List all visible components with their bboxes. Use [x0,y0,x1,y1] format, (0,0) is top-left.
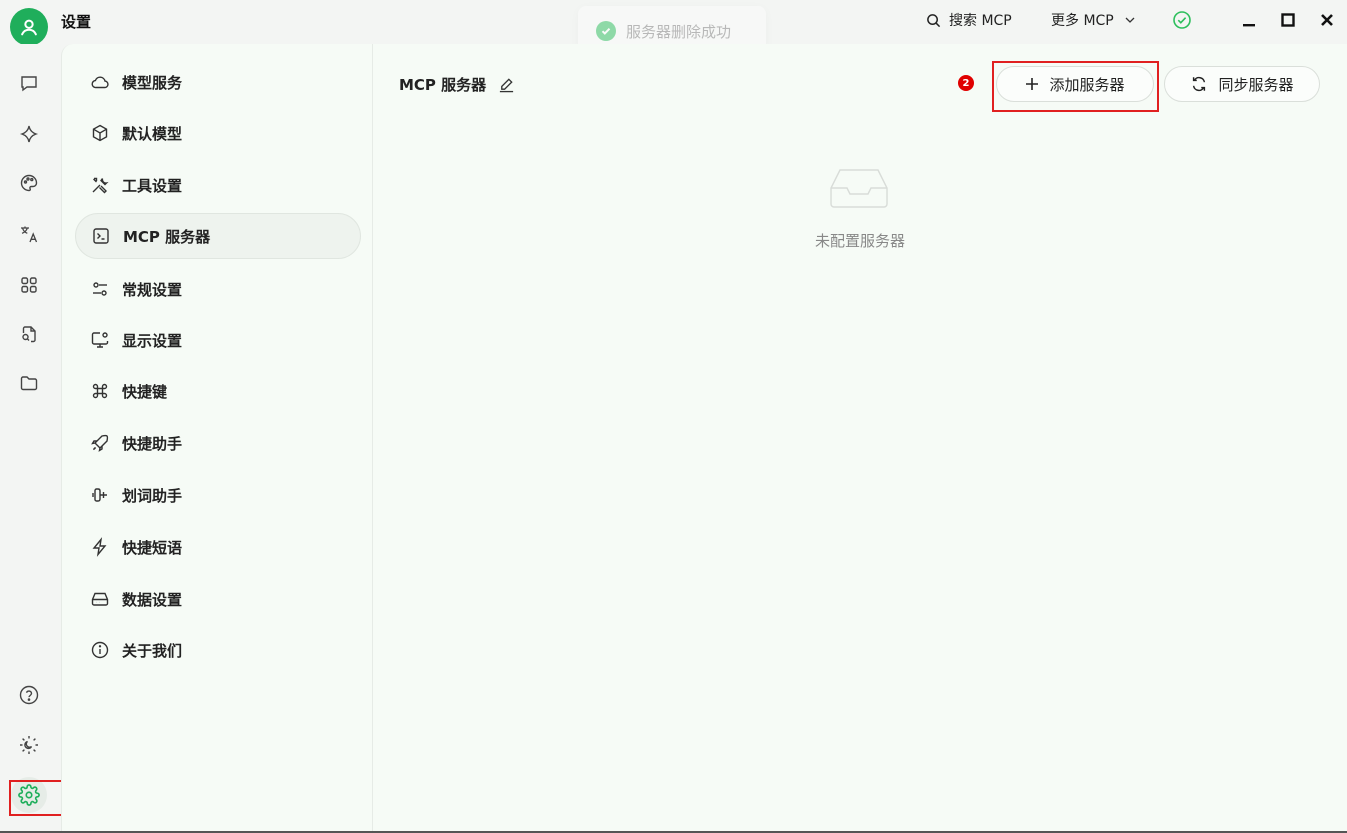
minimize-button[interactable] [1237,8,1261,32]
sidebar-item-data-settings[interactable]: 数据设置 [75,576,361,622]
hard-drive-icon [91,592,109,606]
sun-moon-icon [20,736,38,754]
file-search-icon [22,326,36,343]
more-mcp-label: 更多 MCP [1051,13,1114,29]
terminal-icon [93,228,109,244]
translate-icon [21,226,38,243]
cloud-icon [91,76,109,89]
search-mcp-button[interactable]: 搜索 MCP [926,10,1012,30]
sidebar-item-label: 关于我们 [122,641,183,660]
settings-sliders-icon [93,282,107,296]
sidebar-item-label: 显示设置 [122,331,183,350]
folder-icon [20,376,38,391]
text-cursor-icon [92,488,107,502]
sidebar-item-shortcuts[interactable]: 快捷键 [75,368,361,414]
apps-grid-icon [21,277,37,293]
page-title-text: MCP 服务器 [399,76,487,94]
check-circle-icon [1173,11,1191,29]
settings-sidebar: 模型服务 默认模型 工具设置 MCP 服务器 常规设置 显示设置 快捷键 快捷助… [61,44,373,833]
theme-toggle-button[interactable] [18,734,40,756]
close-button[interactable] [1315,8,1339,32]
sidebar-item-tool-settings[interactable]: 工具设置 [75,162,361,208]
palette-icon [20,174,38,192]
chat-button[interactable] [18,72,40,94]
cube-icon [92,124,108,142]
sidebar-item-label: 快捷短语 [122,538,183,557]
sidebar-item-default-model[interactable]: 默认模型 [75,110,361,156]
palette-button[interactable] [18,172,40,194]
command-icon [92,383,108,399]
tools-icon [92,177,109,194]
chevron-down-icon [1125,17,1135,23]
chat-icon [21,76,37,92]
sidebar-item-label: 快捷键 [122,382,168,401]
refresh-icon [1193,76,1206,92]
more-mcp-dropdown[interactable]: 更多 MCP [1051,10,1136,30]
translate-button[interactable] [18,223,40,245]
user-icon [21,19,37,36]
sync-servers-label: 同步服务器 [1218,75,1294,94]
sidebar-item-label: 常规设置 [122,280,183,299]
sidebar-item-quick-phrases[interactable]: 快捷短语 [75,524,361,570]
sidebar-item-label: 模型服务 [122,73,183,92]
title-bar: 设置 服务器删除成功 搜索 MCP 更多 MCP [0,0,1347,56]
empty-state-text: 未配置服务器 [814,232,905,250]
folder-button[interactable] [18,372,40,394]
sparkle-icon [19,125,39,143]
sidebar-item-model-service[interactable]: 模型服务 [75,59,361,105]
sidebar-item-label: MCP 服务器 [123,227,211,246]
sidebar-item-label: 快捷助手 [122,434,183,453]
sidebar-item-label: 默认模型 [122,124,183,143]
app-title: 设置 [61,13,92,31]
help-button[interactable] [18,684,40,706]
sync-servers-button[interactable]: 同步服务器 [1164,66,1320,102]
check-circle-icon [596,21,616,41]
step-badge-2: 2 [958,75,974,91]
maximize-icon [1281,13,1295,27]
edit-pencil-icon[interactable] [498,76,515,93]
page-title: MCP 服务器 [399,74,515,95]
info-icon [91,641,109,659]
close-icon [1321,14,1333,26]
status-indicator[interactable] [1172,10,1192,34]
sparkle-button[interactable] [18,123,40,145]
minimize-icon [1243,24,1255,27]
sidebar-item-about-us[interactable]: 关于我们 [75,627,361,673]
icon-rail [0,44,61,833]
user-avatar[interactable] [10,8,48,46]
help-circle-icon [19,685,39,705]
sidebar-item-display-settings[interactable]: 显示设置 [75,317,361,363]
main-panel: MCP 服务器 添加服务器 同步服务器 未配置服务器 [373,44,1347,833]
sidebar-item-selection-assistant[interactable]: 划词助手 [75,472,361,518]
empty-inbox-icon [829,164,889,216]
apps-button[interactable] [18,274,40,296]
sidebar-item-label: 数据设置 [122,590,183,609]
rocket-icon [91,434,109,452]
sidebar-item-label: 划词助手 [122,486,183,505]
maximize-button[interactable] [1276,8,1300,32]
search-mcp-label: 搜索 MCP [949,13,1012,29]
sidebar-item-quick-assistant[interactable]: 快捷助手 [75,420,361,466]
sidebar-item-general-settings[interactable]: 常规设置 [75,266,361,312]
monitor-icon [91,332,109,348]
sidebar-item-label: 工具设置 [122,176,183,195]
add-server-highlight-box [992,61,1159,112]
zap-icon [92,537,107,557]
toast-message: 服务器删除成功 [626,22,732,41]
file-search-button[interactable] [18,323,40,345]
sidebar-item-mcp-servers[interactable]: MCP 服务器 [75,213,361,259]
search-icon [927,13,941,27]
